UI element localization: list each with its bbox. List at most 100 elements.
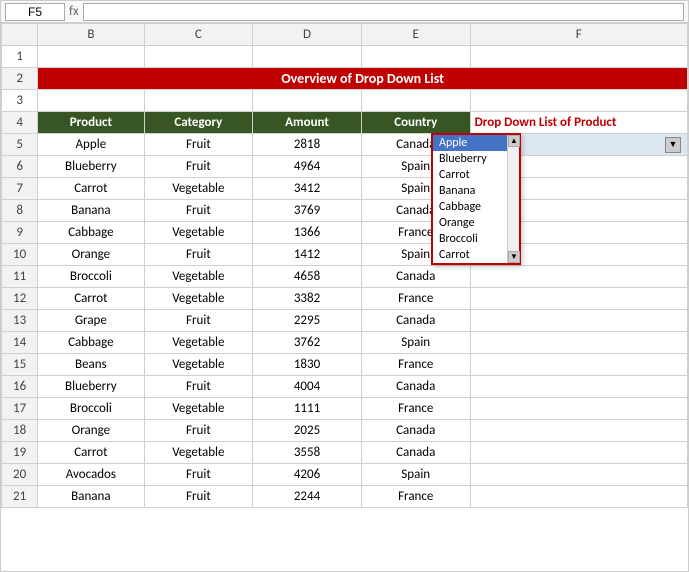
cell-d3[interactable] bbox=[253, 90, 362, 112]
cell-f1[interactable] bbox=[470, 46, 687, 68]
cell-category-17[interactable]: Vegetable bbox=[144, 398, 253, 420]
cell-product-20[interactable]: Avocados bbox=[38, 464, 144, 486]
col-header-e[interactable]: E bbox=[361, 24, 470, 46]
formula-input[interactable] bbox=[83, 3, 684, 21]
cell-amount-8[interactable]: 3769 bbox=[253, 200, 362, 222]
cell-category-11[interactable]: Vegetable bbox=[144, 266, 253, 288]
cell-category-21[interactable]: Fruit bbox=[144, 486, 253, 508]
cell-category-19[interactable]: Vegetable bbox=[144, 442, 253, 464]
cell-country-21[interactable]: France bbox=[361, 486, 470, 508]
cell-b3[interactable] bbox=[38, 90, 144, 112]
dropdown-item-carrot2[interactable]: Carrot bbox=[433, 247, 507, 263]
header-country[interactable]: Country bbox=[361, 112, 470, 134]
scrollbar-down-btn[interactable]: ▼ bbox=[508, 251, 520, 263]
cell-amount-20[interactable]: 4206 bbox=[253, 464, 362, 486]
dropdown-item-carrot1[interactable]: Carrot bbox=[433, 167, 507, 183]
dropdown-item-cabbage[interactable]: Cabbage bbox=[433, 199, 507, 215]
col-header-f[interactable]: F bbox=[470, 24, 687, 46]
dropdown-popup[interactable]: Apple Blueberry Carrot Banana Cabbage Or… bbox=[431, 133, 521, 265]
cell-amount-10[interactable]: 1412 bbox=[253, 244, 362, 266]
cell-b1[interactable] bbox=[38, 46, 144, 68]
cell-f18[interactable] bbox=[470, 420, 687, 442]
cell-category-5[interactable]: Fruit bbox=[144, 134, 253, 156]
cell-category-6[interactable]: Fruit bbox=[144, 156, 253, 178]
cell-amount-12[interactable]: 3382 bbox=[253, 288, 362, 310]
cell-amount-21[interactable]: 2244 bbox=[253, 486, 362, 508]
cell-category-9[interactable]: Vegetable bbox=[144, 222, 253, 244]
cell-country-14[interactable]: Spain bbox=[361, 332, 470, 354]
cell-product-6[interactable]: Blueberry bbox=[38, 156, 144, 178]
col-header-b[interactable]: B bbox=[38, 24, 144, 46]
cell-amount-15[interactable]: 1830 bbox=[253, 354, 362, 376]
cell-amount-16[interactable]: 4004 bbox=[253, 376, 362, 398]
cell-amount-9[interactable]: 1366 bbox=[253, 222, 362, 244]
cell-product-7[interactable]: Carrot bbox=[38, 178, 144, 200]
cell-product-21[interactable]: Banana bbox=[38, 486, 144, 508]
col-header-d[interactable]: D bbox=[253, 24, 362, 46]
cell-product-16[interactable]: Blueberry bbox=[38, 376, 144, 398]
cell-product-10[interactable]: Orange bbox=[38, 244, 144, 266]
cell-country-19[interactable]: Canada bbox=[361, 442, 470, 464]
cell-f3[interactable] bbox=[470, 90, 687, 112]
cell-product-17[interactable]: Broccoli bbox=[38, 398, 144, 420]
cell-category-18[interactable]: Fruit bbox=[144, 420, 253, 442]
cell-category-7[interactable]: Vegetable bbox=[144, 178, 253, 200]
cell-product-11[interactable]: Broccoli bbox=[38, 266, 144, 288]
cell-product-19[interactable]: Carrot bbox=[38, 442, 144, 464]
dropdown-item-blueberry[interactable]: Blueberry bbox=[433, 151, 507, 167]
cell-amount-7[interactable]: 3412 bbox=[253, 178, 362, 200]
cell-country-17[interactable]: France bbox=[361, 398, 470, 420]
cell-amount-13[interactable]: 2295 bbox=[253, 310, 362, 332]
cell-f17[interactable] bbox=[470, 398, 687, 420]
header-dropdown-label[interactable]: Drop Down List of Product bbox=[470, 112, 687, 134]
cell-product-15[interactable]: Beans bbox=[38, 354, 144, 376]
cell-c1[interactable] bbox=[144, 46, 253, 68]
cell-amount-14[interactable]: 3762 bbox=[253, 332, 362, 354]
cell-country-13[interactable]: Canada bbox=[361, 310, 470, 332]
name-box[interactable] bbox=[5, 3, 65, 21]
cell-product-5[interactable]: Apple bbox=[38, 134, 144, 156]
header-amount[interactable]: Amount bbox=[253, 112, 362, 134]
cell-amount-11[interactable]: 4658 bbox=[253, 266, 362, 288]
scrollbar-up-btn[interactable]: ▲ bbox=[508, 135, 520, 147]
dropdown-item-orange[interactable]: Orange bbox=[433, 215, 507, 231]
cell-product-13[interactable]: Grape bbox=[38, 310, 144, 332]
cell-country-12[interactable]: France bbox=[361, 288, 470, 310]
cell-f16[interactable] bbox=[470, 376, 687, 398]
cell-product-8[interactable]: Banana bbox=[38, 200, 144, 222]
cell-product-12[interactable]: Carrot bbox=[38, 288, 144, 310]
cell-category-14[interactable]: Vegetable bbox=[144, 332, 253, 354]
dropdown-item-apple[interactable]: Apple bbox=[433, 135, 507, 151]
cell-f20[interactable] bbox=[470, 464, 687, 486]
cell-f11[interactable] bbox=[470, 266, 687, 288]
cell-category-12[interactable]: Vegetable bbox=[144, 288, 253, 310]
cell-category-15[interactable]: Vegetable bbox=[144, 354, 253, 376]
cell-category-20[interactable]: Fruit bbox=[144, 464, 253, 486]
cell-f19[interactable] bbox=[470, 442, 687, 464]
cell-country-15[interactable]: France bbox=[361, 354, 470, 376]
cell-country-18[interactable]: Canada bbox=[361, 420, 470, 442]
col-header-c[interactable]: C bbox=[144, 24, 253, 46]
cell-category-8[interactable]: Fruit bbox=[144, 200, 253, 222]
cell-country-11[interactable]: Canada bbox=[361, 266, 470, 288]
cell-amount-18[interactable]: 2025 bbox=[253, 420, 362, 442]
cell-product-9[interactable]: Cabbage bbox=[38, 222, 144, 244]
cell-e3[interactable] bbox=[361, 90, 470, 112]
cell-category-10[interactable]: Fruit bbox=[144, 244, 253, 266]
cell-c3[interactable] bbox=[144, 90, 253, 112]
cell-f12[interactable] bbox=[470, 288, 687, 310]
cell-f15[interactable] bbox=[470, 354, 687, 376]
dropdown-arrow-btn[interactable]: ▼ bbox=[665, 137, 681, 153]
cell-amount-5[interactable]: 2818 bbox=[253, 134, 362, 156]
cell-d1[interactable] bbox=[253, 46, 362, 68]
cell-country-16[interactable]: Canada bbox=[361, 376, 470, 398]
cell-product-14[interactable]: Cabbage bbox=[38, 332, 144, 354]
dropdown-item-banana[interactable]: Banana bbox=[433, 183, 507, 199]
cell-country-20[interactable]: Spain bbox=[361, 464, 470, 486]
cell-amount-17[interactable]: 1111 bbox=[253, 398, 362, 420]
cell-category-16[interactable]: Fruit bbox=[144, 376, 253, 398]
cell-amount-6[interactable]: 4964 bbox=[253, 156, 362, 178]
cell-f14[interactable] bbox=[470, 332, 687, 354]
cell-f21[interactable] bbox=[470, 486, 687, 508]
cell-amount-19[interactable]: 3558 bbox=[253, 442, 362, 464]
